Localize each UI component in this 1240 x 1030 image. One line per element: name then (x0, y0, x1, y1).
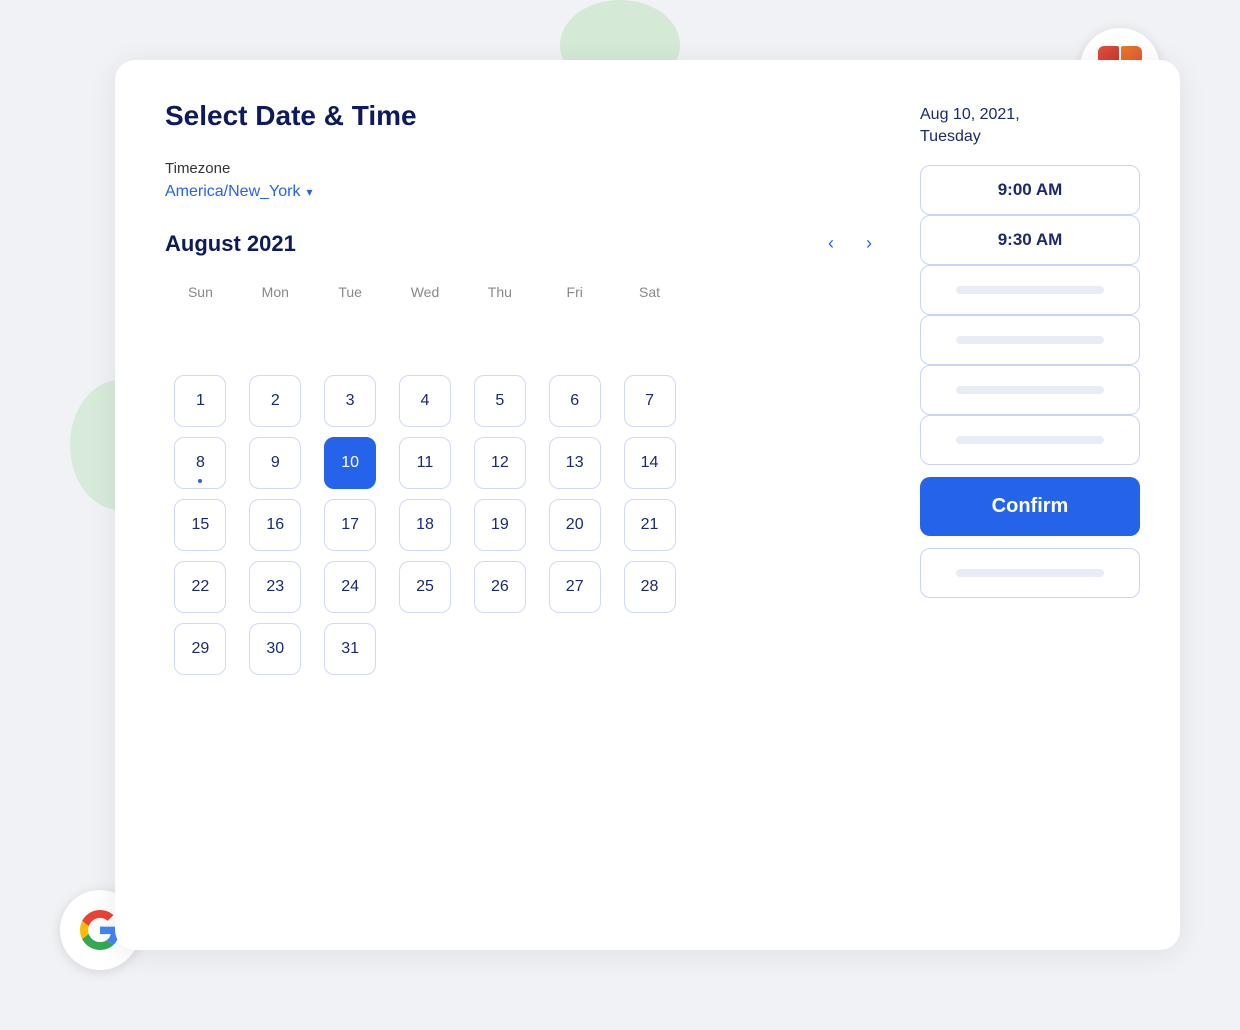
time-slot-empty (920, 415, 1140, 465)
day-button[interactable]: 19 (474, 499, 526, 551)
empty-cell (549, 313, 601, 365)
day-button[interactable]: 25 (399, 561, 451, 613)
day-header: Tue (315, 278, 386, 306)
day-header: Sat (614, 278, 685, 306)
selected-date-line1: Aug 10, 2021, (920, 106, 1020, 123)
empty-cell (324, 313, 376, 365)
day-button[interactable]: 28 (624, 561, 676, 613)
slot-line (956, 336, 1105, 344)
day-button[interactable]: 20 (549, 499, 601, 551)
slot-line (956, 386, 1105, 394)
day-button[interactable]: 6 (549, 375, 601, 427)
time-slot[interactable]: 9:00 AM (920, 165, 1140, 215)
right-panel: Aug 10, 2021, Tuesday 9:00 AM9:30 AM Con… (920, 100, 1140, 910)
empty-cell (399, 623, 451, 675)
month-navigation: August 2021 ‹ › (165, 229, 880, 258)
left-panel: Select Date & Time Timezone America/New_… (165, 100, 880, 910)
day-button[interactable]: 17 (324, 499, 376, 551)
day-button[interactable]: 13 (549, 437, 601, 489)
month-title: August 2021 (165, 231, 296, 257)
timezone-value: America/New_York (165, 183, 300, 201)
day-button[interactable]: 9 (249, 437, 301, 489)
time-slots-container: 9:00 AM9:30 AM (920, 165, 1140, 465)
day-header: Wed (390, 278, 461, 306)
next-month-button[interactable]: › (858, 229, 880, 258)
slot-line (956, 436, 1105, 444)
day-header: Sun (165, 278, 236, 306)
slot-line (956, 569, 1105, 577)
day-button[interactable]: 3 (324, 375, 376, 427)
timezone-dropdown[interactable]: America/New_York ▾ (165, 183, 880, 201)
day-button[interactable]: 14 (624, 437, 676, 489)
day-button[interactable]: 23 (249, 561, 301, 613)
day-button[interactable]: 5 (474, 375, 526, 427)
time-slot-empty (920, 365, 1140, 415)
day-header: Thu (464, 278, 535, 306)
empty-cell (174, 313, 226, 365)
time-slot-empty (920, 265, 1140, 315)
google-g-icon (80, 910, 120, 950)
day-button[interactable]: 30 (249, 623, 301, 675)
confirm-button[interactable]: Confirm (920, 477, 1140, 536)
prev-month-button[interactable]: ‹ (820, 229, 842, 258)
day-button[interactable]: 21 (624, 499, 676, 551)
time-slot[interactable]: 9:30 AM (920, 215, 1140, 265)
day-button[interactable]: 7 (624, 375, 676, 427)
day-button[interactable]: 31 (324, 623, 376, 675)
empty-cell (474, 313, 526, 365)
day-button[interactable]: 22 (174, 561, 226, 613)
slot-line (956, 286, 1105, 294)
extra-empty-slot (920, 548, 1140, 598)
chevron-down-icon: ▾ (306, 185, 312, 199)
day-button[interactable]: 11 (399, 437, 451, 489)
selected-date-line2: Tuesday (920, 128, 981, 145)
day-header: Fri (539, 278, 610, 306)
day-button[interactable]: 10 (324, 437, 376, 489)
empty-cell (624, 623, 676, 675)
calendar-grid: SunMonTueWedThuFriSat1234567891011121314… (165, 278, 685, 678)
page-title: Select Date & Time (165, 100, 880, 132)
day-button[interactable]: 24 (324, 561, 376, 613)
timezone-label: Timezone (165, 160, 880, 177)
day-button[interactable]: 12 (474, 437, 526, 489)
main-card: Select Date & Time Timezone America/New_… (115, 60, 1180, 950)
day-button[interactable]: 18 (399, 499, 451, 551)
day-button[interactable]: 26 (474, 561, 526, 613)
time-slot-empty (920, 315, 1140, 365)
day-button[interactable]: 15 (174, 499, 226, 551)
empty-cell (474, 623, 526, 675)
day-button[interactable]: 2 (249, 375, 301, 427)
selected-date: Aug 10, 2021, Tuesday (920, 104, 1140, 149)
day-button[interactable]: 16 (249, 499, 301, 551)
day-button[interactable]: 27 (549, 561, 601, 613)
empty-cell (249, 313, 301, 365)
day-button[interactable]: 4 (399, 375, 451, 427)
day-button[interactable]: 8 (174, 437, 226, 489)
empty-cell (549, 623, 601, 675)
nav-arrows: ‹ › (820, 229, 880, 258)
day-header: Mon (240, 278, 311, 306)
day-button[interactable]: 1 (174, 375, 226, 427)
day-button[interactable]: 29 (174, 623, 226, 675)
empty-cell (624, 313, 676, 365)
empty-cell (399, 313, 451, 365)
